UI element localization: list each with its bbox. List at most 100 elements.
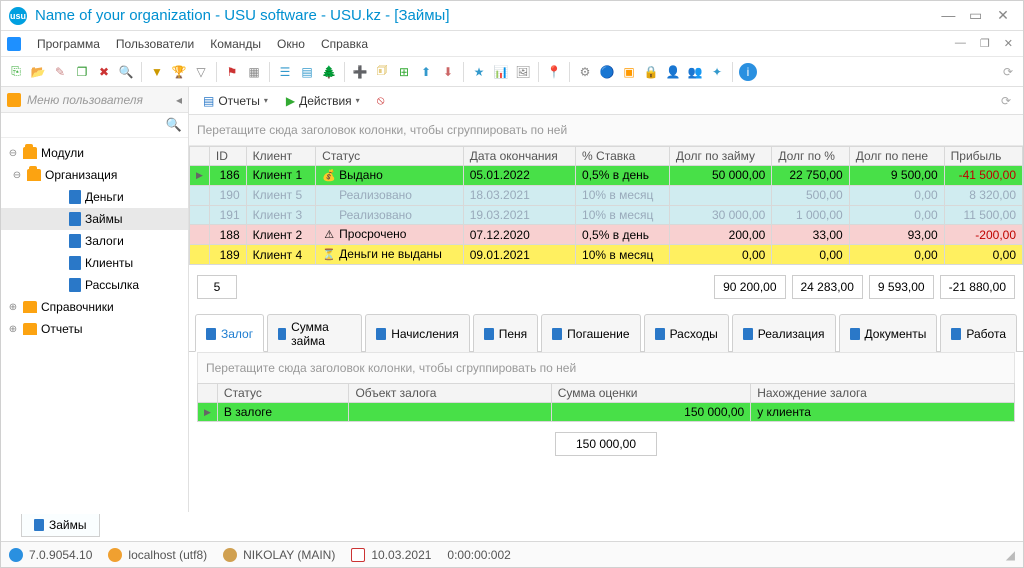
- resize-grip-icon[interactable]: ◢: [1006, 548, 1015, 562]
- close-button[interactable]: ✕: [991, 7, 1015, 24]
- mdi-close-button[interactable]: ✕: [1000, 37, 1017, 50]
- column-header[interactable]: Статус: [316, 147, 464, 166]
- tab-2[interactable]: Начисления: [365, 314, 470, 352]
- tree-pledges[interactable]: Залоги: [1, 230, 188, 252]
- book-icon: [69, 278, 81, 292]
- doc-tab-loans[interactable]: Займы: [21, 514, 100, 537]
- tree-money[interactable]: Деньги: [1, 186, 188, 208]
- toolbar-edit-icon[interactable]: ✎: [51, 63, 69, 81]
- minimize-button[interactable]: —: [936, 7, 960, 23]
- reports-button[interactable]: ▤Отчеты▾: [197, 92, 274, 110]
- column-header[interactable]: Клиент: [246, 147, 316, 166]
- toolbar-excel-icon[interactable]: ⊞: [395, 63, 413, 81]
- table-row[interactable]: ▶ 186 Клиент 1 💰Выдано 05.01.2022 0,5% в…: [190, 166, 1023, 186]
- main-grid[interactable]: IDКлиентСтатусДата окончания% СтавкаДолг…: [189, 146, 1023, 265]
- toolbar-clear-icon[interactable]: ▽: [192, 63, 210, 81]
- toolbar-import-icon[interactable]: ⬆: [417, 63, 435, 81]
- column-header[interactable]: Долг по займу: [669, 147, 771, 166]
- column-header[interactable]: Статус: [217, 384, 349, 403]
- statusbar: 7.0.9054.10 localhost (utf8) NIKOLAY (MA…: [1, 541, 1023, 567]
- row-indicator: [190, 205, 210, 225]
- toolbar-note-icon[interactable]: 🗊: [373, 63, 391, 81]
- toolbar-pic-icon[interactable]: 🖼: [514, 63, 532, 81]
- sub-grid[interactable]: СтатусОбъект залогаСумма оценкиНахождени…: [197, 383, 1015, 422]
- column-header[interactable]: Дата окончания: [463, 147, 575, 166]
- tree-reports[interactable]: ⊕Отчеты: [1, 318, 188, 340]
- tree-clients[interactable]: Клиенты: [1, 252, 188, 274]
- toolbar-delete-icon[interactable]: ✖: [95, 63, 113, 81]
- toolbar-list-icon[interactable]: ☰: [276, 63, 294, 81]
- tab-3[interactable]: Пеня: [473, 314, 538, 352]
- table-row[interactable]: 190 Клиент 5 Реализовано 18.03.2021 10% …: [190, 185, 1023, 205]
- column-header[interactable]: Сумма оценки: [551, 384, 751, 403]
- toolbar-open-icon[interactable]: 📂: [29, 63, 47, 81]
- column-header[interactable]: Долг по %: [772, 147, 849, 166]
- tree-modules[interactable]: ⊖Модули: [1, 142, 188, 164]
- menu-window[interactable]: Окно: [269, 34, 313, 54]
- toolbar-refresh-icon[interactable]: ⟳: [999, 63, 1017, 81]
- tree-loans[interactable]: Займы: [1, 208, 188, 230]
- toolbar-wand-icon[interactable]: ✦: [708, 63, 726, 81]
- tree-mailing[interactable]: Рассылка: [1, 274, 188, 296]
- toolbar-trophy-icon[interactable]: 🏆: [170, 63, 188, 81]
- refresh-icon[interactable]: ⟳: [997, 92, 1015, 110]
- menu-users[interactable]: Пользователи: [108, 34, 202, 54]
- status-version: 7.0.9054.10: [29, 548, 92, 562]
- tab-7[interactable]: Документы: [839, 314, 938, 352]
- toolbar-color-icon[interactable]: 🔵: [598, 63, 616, 81]
- toolbar-grid-icon[interactable]: ▦: [245, 63, 263, 81]
- maximize-button[interactable]: ▭: [964, 7, 988, 24]
- row-indicator: [190, 185, 210, 205]
- toolbar-export-icon[interactable]: ⬇: [439, 63, 457, 81]
- column-header[interactable]: % Ставка: [576, 147, 670, 166]
- toolbar-info-icon[interactable]: i: [739, 63, 757, 81]
- toolbar-gear-icon[interactable]: ⚙: [576, 63, 594, 81]
- toolbar-pin-icon[interactable]: 📍: [545, 63, 563, 81]
- folder-icon: [23, 323, 37, 335]
- column-header[interactable]: ID: [209, 147, 246, 166]
- toolbar-tree-icon[interactable]: 🌲: [320, 63, 338, 81]
- toolbar-chart-icon[interactable]: 📊: [492, 63, 510, 81]
- tab-4[interactable]: Погашение: [541, 314, 640, 352]
- tab-6[interactable]: Реализация: [732, 314, 836, 352]
- toolbar-user-icon[interactable]: 👤: [664, 63, 682, 81]
- toolbar-lock-icon[interactable]: 🔒: [642, 63, 660, 81]
- column-header[interactable]: Долг по пене: [849, 147, 944, 166]
- search-icon[interactable]: 🔍: [166, 117, 182, 133]
- toolbar-add-icon[interactable]: ➕: [351, 63, 369, 81]
- toolbar-star-icon[interactable]: ★: [470, 63, 488, 81]
- tree-refs[interactable]: ⊕Справочники: [1, 296, 188, 318]
- toolbar-detail-icon[interactable]: ▤: [298, 63, 316, 81]
- tree-organization[interactable]: ⊖Организация: [1, 164, 188, 186]
- column-header[interactable]: Прибыль: [944, 147, 1022, 166]
- table-row[interactable]: 189 Клиент 4 ⏳Деньги не выданы 09.01.202…: [190, 245, 1023, 265]
- column-header[interactable]: Объект залога: [349, 384, 551, 403]
- book-icon: [69, 234, 81, 248]
- tab-0[interactable]: Залог: [195, 314, 264, 352]
- collapse-icon[interactable]: ◂: [176, 93, 182, 107]
- toolbar-users-icon[interactable]: 👥: [686, 63, 704, 81]
- table-row[interactable]: ▶ В залоге 150 000,00 у клиента: [198, 403, 1015, 422]
- tab-5[interactable]: Расходы: [644, 314, 729, 352]
- table-row[interactable]: 191 Клиент 3 Реализовано 19.03.2021 10% …: [190, 205, 1023, 225]
- folder-icon: [23, 301, 37, 313]
- toolbar-rss-icon[interactable]: ▣: [620, 63, 638, 81]
- toolbar-copy-icon[interactable]: ❐: [73, 63, 91, 81]
- total-count: 5: [197, 275, 237, 299]
- toolbar-search-icon[interactable]: 🔍: [117, 63, 135, 81]
- menu-program[interactable]: Программа: [29, 34, 108, 54]
- tab-8[interactable]: Работа: [940, 314, 1017, 352]
- toolbar-new-icon[interactable]: ⎘: [7, 63, 25, 81]
- actions-button[interactable]: ▶Действия▾: [280, 92, 366, 110]
- row-indicator: [190, 245, 210, 265]
- stop-icon[interactable]: ⦸: [372, 92, 390, 110]
- column-header[interactable]: Нахождение залога: [751, 384, 1015, 403]
- toolbar-filter-icon[interactable]: ▼: [148, 63, 166, 81]
- mdi-minimize-button[interactable]: —: [951, 37, 970, 50]
- toolbar-flag-icon[interactable]: ⚑: [223, 63, 241, 81]
- mdi-restore-button[interactable]: ❐: [976, 37, 994, 50]
- menu-commands[interactable]: Команды: [202, 34, 269, 54]
- table-row[interactable]: 188 Клиент 2 ⚠Просрочено 07.12.2020 0,5%…: [190, 225, 1023, 245]
- menu-help[interactable]: Справка: [313, 34, 376, 54]
- tab-1[interactable]: Сумма займа: [267, 314, 362, 352]
